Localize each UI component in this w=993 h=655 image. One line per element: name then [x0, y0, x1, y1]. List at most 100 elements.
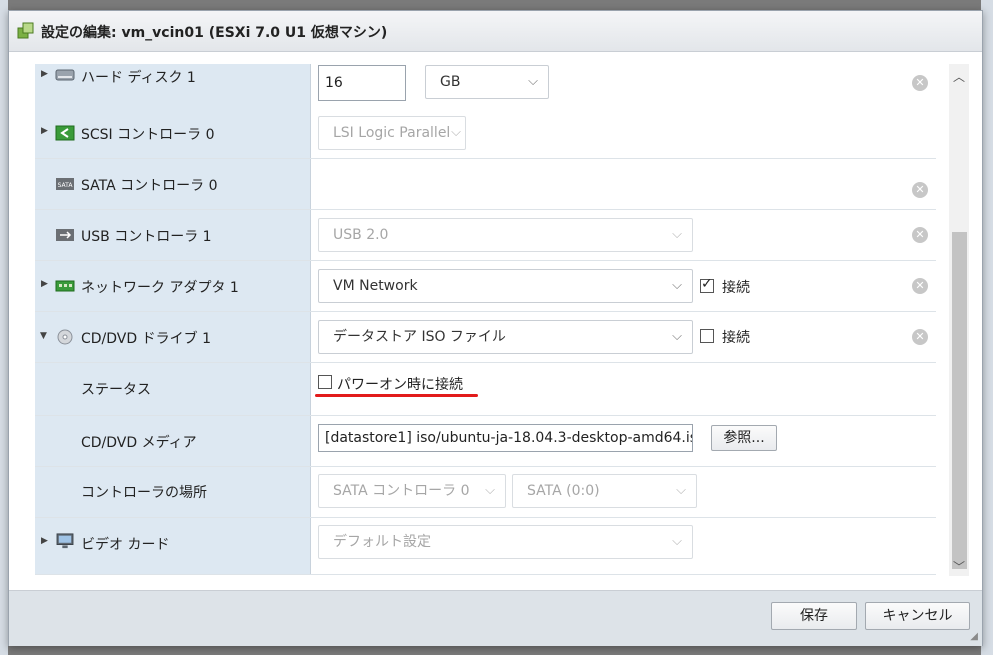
sata-controller-label: SATA コントローラ 0: [81, 178, 218, 194]
chevron-down-icon: ⌵: [676, 483, 686, 498]
hardware-list: ▶ ハード ディスク 1 16 GB ⌵ ✕ ▶ SCSI コントローラ 0 L…: [35, 64, 936, 575]
highlight-underline: [315, 394, 478, 397]
scsi-controller-icon: [55, 125, 75, 141]
disk-unit-select[interactable]: GB ⌵: [425, 65, 549, 99]
row-value-cell: LSI Logic Parallel ⌵: [311, 108, 936, 158]
scrollbar[interactable]: ︿ ﹀: [949, 64, 969, 576]
chevron-down-icon: ⌵: [672, 278, 682, 293]
row-value-cell: VM Network ⌵ 接続 ✕: [311, 261, 936, 311]
row-label-cell: CD/DVD メディア: [35, 416, 311, 466]
row-video-card: ▶ ビデオ カード デフォルト設定 ⌵: [35, 518, 936, 574]
usb-controller-icon: [56, 229, 74, 241]
network-value: VM Network: [333, 278, 418, 294]
expand-triangle-icon[interactable]: ▶: [41, 536, 48, 546]
chevron-down-icon[interactable]: ﹀: [949, 558, 969, 576]
power-on-connect-checkbox[interactable]: [318, 375, 332, 389]
row-label-cell: ▼ CD/DVD ドライブ 1: [35, 312, 311, 362]
save-button[interactable]: 保存: [771, 602, 857, 630]
remove-device-icon[interactable]: ✕: [912, 329, 928, 345]
chevron-down-icon: ⌵: [672, 227, 682, 242]
collapse-triangle-icon[interactable]: ▼: [40, 331, 47, 341]
network-connect-label: 接続: [722, 280, 750, 296]
row-value-cell: ✕: [311, 159, 936, 209]
browse-button[interactable]: 参照...: [711, 425, 777, 451]
row-value-cell: USB 2.0 ⌵ ✕: [311, 210, 936, 260]
resize-grip-icon[interactable]: ◢: [970, 631, 978, 642]
scrollbar-thumb[interactable]: [952, 232, 967, 569]
row-hard-disk: ▶ ハード ディスク 1 16 GB ⌵ ✕: [35, 64, 936, 109]
remove-device-icon[interactable]: ✕: [912, 75, 928, 91]
controller-value: SATA コントローラ 0: [333, 483, 470, 499]
video-setting-value: デフォルト設定: [333, 534, 431, 550]
vm-icon: [17, 22, 34, 39]
chevron-down-icon: ⌵: [672, 534, 682, 549]
cd-dvd-connect-checkbox[interactable]: [700, 329, 714, 343]
hard-disk-label: ハード ディスク 1: [81, 70, 196, 86]
controller-select[interactable]: SATA コントローラ 0 ⌵: [318, 474, 506, 508]
row-network-adapter: ▶ ネットワーク アダプタ 1 VM Network ⌵ 接続 ✕: [35, 261, 936, 312]
cd-dvd-icon: [57, 329, 73, 345]
edit-settings-dialog: 設定の編集: vm_vcin01 (ESXi 7.0 U1 仮想マシン) ▶ ハ…: [8, 10, 983, 646]
cancel-button[interactable]: キャンセル: [865, 602, 970, 630]
row-value-cell: 16 GB ⌵ ✕: [311, 64, 936, 108]
svg-text:SATA: SATA: [58, 182, 74, 189]
row-label-cell: ▶ ハード ディスク 1: [35, 64, 311, 108]
disk-unit-value: GB: [440, 74, 461, 90]
row-label-cell: ▶ ネットワーク アダプタ 1: [35, 261, 311, 311]
row-cd-dvd-drive: ▼ CD/DVD ドライブ 1 データストア ISO ファイル ⌵ 接続 ✕: [35, 312, 936, 363]
row-label-cell: ▶ ビデオ カード: [35, 518, 311, 574]
network-adapter-icon: [55, 280, 75, 292]
usb-type-value: USB 2.0: [333, 227, 389, 243]
controller-location-label: コントローラの場所: [81, 485, 207, 501]
row-value-cell: SATA コントローラ 0 ⌵ SATA (0:0) ⌵: [311, 467, 936, 517]
hard-disk-icon: [55, 69, 75, 81]
row-scsi-controller: ▶ SCSI コントローラ 0 LSI Logic Parallel ⌵: [35, 108, 936, 159]
monitor-icon: [56, 533, 74, 549]
row-value-cell: [datastore1] iso/ubuntu-ja-18.04.3-deskt…: [311, 416, 936, 466]
row-label-cell: ▶ SCSI コントローラ 0: [35, 108, 311, 158]
remove-device-icon[interactable]: ✕: [912, 278, 928, 294]
dialog-titlebar: 設定の編集: vm_vcin01 (ESXi 7.0 U1 仮想マシン): [9, 11, 982, 52]
video-setting-select[interactable]: デフォルト設定 ⌵: [318, 525, 693, 559]
row-label-cell: ステータス: [35, 363, 311, 415]
slot-select[interactable]: SATA (0:0) ⌵: [512, 474, 697, 508]
network-connect-checkbox[interactable]: [700, 276, 714, 293]
background-page: [0, 0, 8, 655]
chevron-down-icon: ⌵: [672, 329, 682, 344]
usb-controller-label: USB コントローラ 1: [81, 229, 212, 245]
row-controller-location: コントローラの場所 SATA コントローラ 0 ⌵ SATA (0:0) ⌵: [35, 467, 936, 518]
disk-size-input[interactable]: 16: [318, 65, 406, 101]
usb-type-select[interactable]: USB 2.0 ⌵: [318, 218, 693, 252]
scsi-controller-label: SCSI コントローラ 0: [81, 127, 215, 143]
expand-triangle-icon[interactable]: ▶: [41, 279, 48, 289]
expand-triangle-icon[interactable]: ▶: [41, 126, 48, 136]
video-card-label: ビデオ カード: [81, 537, 170, 553]
iso-path-input[interactable]: [datastore1] iso/ubuntu-ja-18.04.3-deskt…: [318, 424, 693, 452]
row-usb-controller: USB コントローラ 1 USB 2.0 ⌵ ✕: [35, 210, 936, 261]
status-label: ステータス: [81, 382, 151, 398]
cd-dvd-type-select[interactable]: データストア ISO ファイル ⌵: [318, 320, 693, 354]
network-adapter-label: ネットワーク アダプタ 1: [81, 280, 239, 296]
remove-device-icon[interactable]: ✕: [912, 227, 928, 243]
row-value-cell: データストア ISO ファイル ⌵ 接続 ✕: [311, 312, 936, 362]
row-value-cell: パワーオン時に接続: [311, 363, 936, 415]
network-select[interactable]: VM Network ⌵: [318, 269, 693, 303]
chevron-up-icon[interactable]: ︿: [949, 68, 969, 86]
chevron-down-icon: ⌵: [528, 74, 538, 89]
scsi-type-value: LSI Logic Parallel: [333, 125, 451, 141]
dialog-footer: 保存 キャンセル ◢: [9, 590, 982, 646]
row-value-cell: デフォルト設定 ⌵: [311, 518, 936, 574]
power-on-connect-label[interactable]: パワーオン時に接続: [337, 374, 463, 394]
cd-dvd-connect-label: 接続: [722, 330, 750, 346]
dialog-title: 設定の編集: vm_vcin01 (ESXi 7.0 U1 仮想マシン): [41, 25, 388, 41]
scsi-type-select[interactable]: LSI Logic Parallel ⌵: [318, 116, 466, 150]
chevron-down-icon: ⌵: [485, 483, 495, 498]
row-cd-dvd-media: CD/DVD メディア [datastore1] iso/ubuntu-ja-1…: [35, 416, 936, 467]
remove-device-icon[interactable]: ✕: [912, 182, 928, 198]
row-sata-controller: SATA SATA コントローラ 0 ✕: [35, 159, 936, 210]
sata-controller-icon: SATA: [56, 178, 74, 190]
row-label-cell: SATA SATA コントローラ 0: [35, 159, 311, 209]
row-status: ステータス パワーオン時に接続: [35, 363, 936, 416]
expand-triangle-icon[interactable]: ▶: [41, 69, 48, 79]
cd-dvd-type-value: データストア ISO ファイル: [333, 329, 506, 345]
